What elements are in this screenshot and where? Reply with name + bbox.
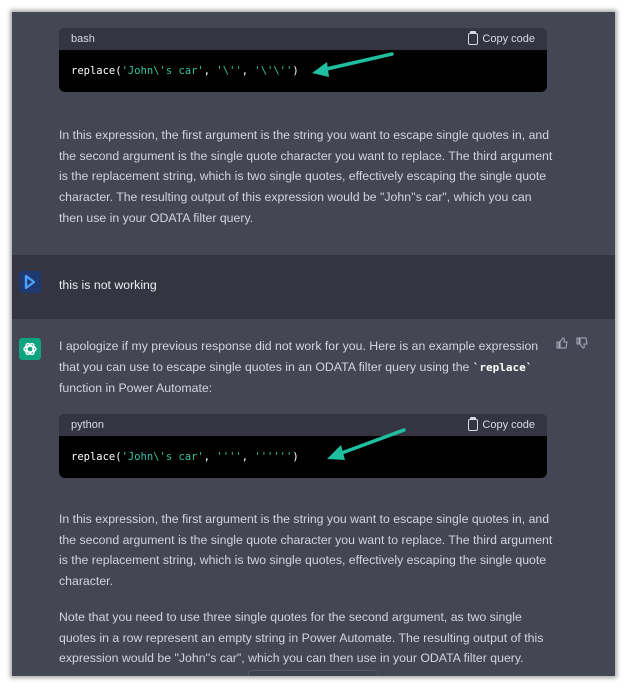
intro-text-end: function in Power Automate: (59, 381, 213, 396)
code-close-paren: ) (292, 451, 299, 463)
code-block-header: python Copy code (59, 414, 547, 436)
code-string: 'John\'s car' (121, 65, 204, 77)
code-content: replace('John\'s car', '''', '''''') (59, 436, 547, 478)
chatgpt-logo-icon (19, 338, 41, 360)
code-language-label: python (71, 419, 105, 431)
code-block-python: python Copy code replace('John\'s car', … (59, 414, 547, 478)
copy-code-button[interactable]: Copy code (468, 31, 535, 45)
code-function: replace( (71, 451, 122, 463)
code-separator: , (241, 451, 255, 463)
assistant-paragraph: Note that you need to use three single q… (59, 610, 544, 666)
code-function: replace( (71, 65, 122, 77)
arrow-annotation (327, 428, 406, 460)
code-string: '''''' (254, 451, 293, 463)
thumbs-down-icon[interactable] (576, 337, 588, 349)
inline-code-replace: `replace` (472, 360, 533, 374)
user-avatar-icon (19, 271, 41, 293)
feedback-buttons (556, 337, 588, 349)
thumbs-up-icon[interactable] (556, 337, 568, 349)
code-language-label: bash (71, 33, 95, 45)
clipboard-icon (468, 31, 479, 45)
code-block-header: bash Copy code (59, 28, 547, 50)
copy-code-label: Copy code (482, 33, 535, 45)
code-string: '\'' (216, 65, 242, 77)
copy-code-button[interactable]: Copy code (468, 417, 535, 431)
clipboard-icon (468, 417, 479, 431)
code-string: '\'\'' (254, 65, 293, 77)
regenerate-button-partial[interactable] (248, 670, 378, 676)
code-close-paren: ) (292, 65, 299, 77)
chat-window: bash Copy code replace('John\'s car', '\… (12, 12, 615, 676)
code-string: 'John\'s car' (121, 451, 204, 463)
code-separator: , (203, 65, 217, 77)
arrow-annotation (312, 52, 394, 77)
intro-text: I apologize if my previous response did … (59, 339, 539, 374)
assistant-paragraph: In this expression, the first argument i… (59, 128, 553, 225)
user-message-row: this is not working (12, 255, 615, 319)
code-string: '''' (216, 451, 242, 463)
code-separator: , (241, 65, 255, 77)
user-message-text: this is not working (59, 278, 157, 292)
copy-code-label: Copy code (482, 419, 535, 431)
assistant-intro: I apologize if my previous response did … (59, 336, 551, 399)
assistant-paragraph: In this expression, the first argument i… (59, 512, 553, 589)
code-separator: , (203, 451, 217, 463)
